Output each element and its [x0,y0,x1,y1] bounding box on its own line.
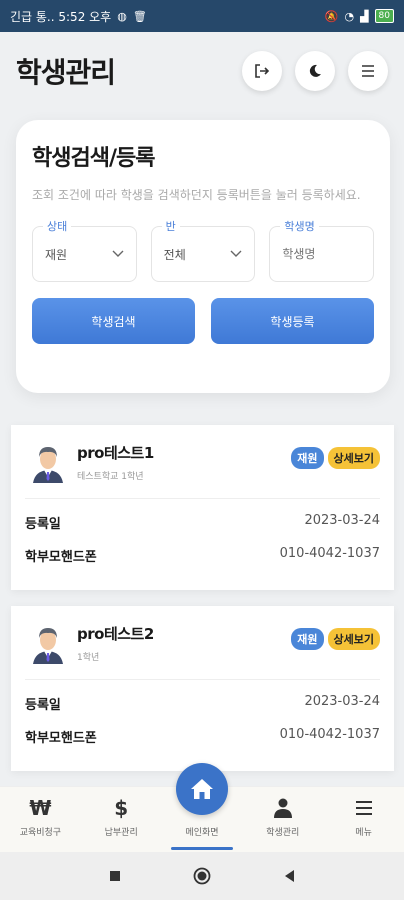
recents-icon[interactable] [109,870,121,882]
student-name-label: 학생명 [280,218,319,234]
registration-label: 등록일 [25,517,61,532]
status-value: 재원 [45,247,68,262]
parent-phone: 010-4042-1037 [279,546,380,561]
registration-row: 등록일 2023-03-24 [25,513,380,532]
status-text: 긴급 통.. 5:52 오후 [10,9,112,24]
nav-label: 교육비청구 [19,828,62,838]
bottom-nav: ₩ 교육비청구 $ 납부관리 메인화면 학생관리 메뉴 [0,763,404,852]
app-header: 학생관리 [0,32,404,110]
nav-item-students[interactable]: 학생관리 [242,787,323,852]
student-name: pro테스트2 [77,624,154,643]
search-description: 조회 조건에 따라 학생을 검색하던지 등록버튼을 눌러 등록하세요. [32,188,361,202]
menu-button[interactable] [348,51,388,91]
student-card[interactable]: pro테스트2 1학년 재원 상세보기 등록일 2023-03-24 학부모핸드… [11,606,394,771]
parent-phone-row: 학부모핸드폰 010-4042-1037 [25,727,380,746]
detail-button[interactable]: 상세보기 [327,628,380,650]
avatar [26,439,70,484]
student-card[interactable]: pro테스트1 테스트학교 1학년 재원 상세보기 등록일 2023-03-24… [11,425,394,590]
registration-label: 등록일 [25,698,61,713]
parent-phone: 010-4042-1037 [279,727,380,742]
parent-phone-row: 학부모핸드폰 010-4042-1037 [25,546,380,565]
registration-row: 등록일 2023-03-24 [25,694,380,713]
status-bar: 긴급 통.. 5:52 오후 ◍ 🗑 🔕 ◔ ▟ 80 [0,0,404,32]
nav-label: 납부관리 [104,828,138,838]
student-name-field[interactable]: 학생명 [269,218,375,282]
search-card: 학생검색/등록 조회 조건에 따라 학생을 검색하던지 등록버튼을 눌러 등록하… [16,120,390,393]
menu-icon [362,65,374,77]
registration-date: 2023-03-24 [304,513,380,528]
home-icon [190,779,213,799]
class-label: 반 [161,218,180,234]
student-school: 테스트학교 1학년 [77,471,144,482]
dollar-icon: $ [114,796,129,820]
student-school: 1학년 [77,652,100,663]
trash-icon: 🗑 [132,9,147,23]
status-label: 상태 [43,218,72,234]
status-select[interactable]: 상태 재원 [32,218,137,282]
wifi-icon: ◔ [344,9,355,23]
won-icon: ₩ [29,796,52,820]
student-name: pro테스트1 [77,443,154,462]
parent-phone-label: 학부모핸드폰 [25,731,97,746]
person-icon [273,797,292,819]
message-icon: ◍ [117,9,127,23]
dark-mode-button[interactable] [295,51,335,91]
class-value: 전체 [163,247,186,262]
page-title: 학생관리 [16,56,116,89]
logout-button[interactable] [242,51,282,91]
nav-label: 메인화면 [185,828,219,838]
student-search-button[interactable]: 학생검색 [32,298,195,344]
back-icon[interactable] [283,869,295,883]
active-indicator [170,847,233,850]
student-name-input[interactable] [282,247,362,261]
system-home-icon[interactable] [193,867,211,885]
student-register-button[interactable]: 학생등록 [211,298,374,344]
parent-phone-label: 학부모핸드폰 [25,550,97,565]
mute-icon: 🔕 [324,9,339,23]
avatar [26,620,70,665]
nav-item-home[interactable]: 메인화면 [162,763,243,852]
nav-item-payment[interactable]: $ 납부관리 [81,787,162,852]
chevron-down-icon [230,250,242,257]
search-title: 학생검색/등록 [32,146,155,171]
signal-icon: ▟ [360,9,369,23]
status-badge: 재원 [291,628,324,650]
detail-button[interactable]: 상세보기 [327,447,380,469]
chevron-down-icon [112,250,124,257]
nav-label: 학생관리 [266,828,300,838]
nav-item-menu[interactable]: 메뉴 [323,787,404,852]
status-badge: 재원 [291,447,324,469]
class-select[interactable]: 반 전체 [150,218,256,282]
registration-date: 2023-03-24 [304,694,380,709]
menu-icon [355,797,373,819]
battery-icon: 80 [374,9,394,23]
moon-icon [309,64,321,77]
system-nav-bar [0,852,404,900]
home-button[interactable] [175,763,228,815]
nav-label: 메뉴 [355,828,372,838]
logout-icon [255,64,270,78]
nav-item-billing[interactable]: ₩ 교육비청구 [0,787,81,852]
